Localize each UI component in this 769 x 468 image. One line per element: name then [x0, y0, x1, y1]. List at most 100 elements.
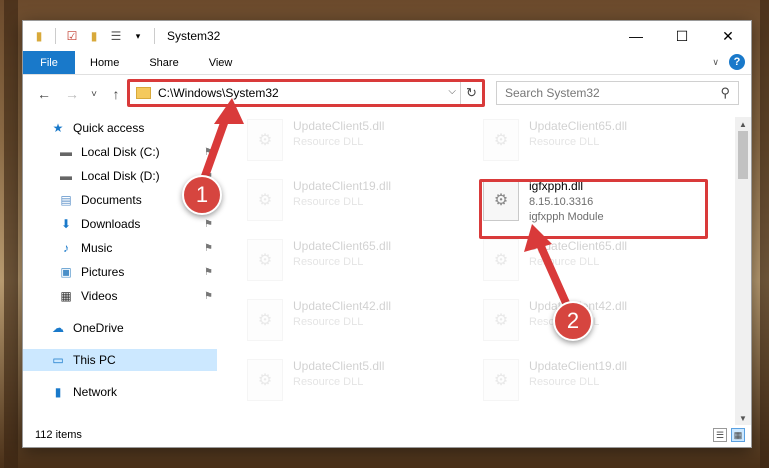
- sidebar-item-label: Quick access: [73, 121, 145, 135]
- pin-icon[interactable]: ⚑: [204, 243, 213, 254]
- dll-file-icon: ⚙: [247, 239, 283, 281]
- annotation-marker-1: 1: [182, 175, 222, 215]
- file-description: Resource DLL: [293, 376, 364, 388]
- dll-file-icon: ⚙: [247, 299, 283, 341]
- sidebar-item-pictures[interactable]: ▣ Pictures ⚑: [23, 261, 217, 283]
- help-button[interactable]: ?: [729, 54, 745, 70]
- file-description: Resource DLL: [529, 136, 600, 148]
- sidebar-item-label: Music: [81, 241, 113, 255]
- file-item[interactable]: ⚙ UpdateClient65.dll Resource DLL: [247, 239, 467, 285]
- search-icon[interactable]: ⚲: [720, 85, 730, 101]
- drive-icon: ▬: [60, 169, 72, 183]
- sidebar-item-label: Videos: [81, 289, 118, 303]
- drive-icon: ▬: [60, 145, 72, 159]
- file-item[interactable]: ⚙ UpdateClient5.dll Resource DLL: [247, 119, 467, 165]
- search-input[interactable]: Search System32: [505, 86, 600, 100]
- scroll-thumb[interactable]: [738, 131, 748, 179]
- tab-share[interactable]: Share: [134, 51, 193, 74]
- file-item[interactable]: ⚙ UpdateClient19.dll Resource DLL: [483, 359, 703, 405]
- search-box[interactable]: Search System32 ⚲: [496, 81, 739, 105]
- pin-icon[interactable]: ⚑: [204, 147, 213, 158]
- computer-icon: ▭: [52, 353, 64, 367]
- dll-file-icon: ⚙: [483, 239, 519, 281]
- sidebar-item-network[interactable]: ▮ Network: [23, 381, 217, 403]
- file-description: Resource DLL: [293, 196, 364, 208]
- file-name: UpdateClient19.dll: [293, 179, 392, 193]
- tab-view[interactable]: View: [194, 51, 248, 74]
- file-name: UpdateClient5.dll: [293, 119, 385, 133]
- sidebar-item-label: Network: [73, 385, 118, 399]
- customize-icon[interactable]: ☰: [108, 28, 124, 44]
- file-highlight-box: [479, 179, 708, 239]
- video-icon: ▦: [60, 289, 72, 303]
- dll-file-icon: ⚙: [247, 359, 283, 401]
- file-description: Resource DLL: [293, 136, 364, 148]
- sidebar-item-this-pc[interactable]: ▭ This PC: [23, 349, 217, 371]
- network-icon: ▮: [54, 385, 62, 399]
- window-title: System32: [167, 29, 221, 43]
- sidebar-item-quick-access[interactable]: ★ Quick access: [23, 117, 217, 139]
- folder-icon[interactable]: ▮: [31, 28, 47, 44]
- sidebar-item-label: Pictures: [81, 265, 125, 279]
- file-description: Resource DLL: [529, 256, 600, 268]
- file-item[interactable]: ⚙ UpdateClient5.dll Resource DLL: [247, 359, 467, 405]
- tiles-view-icon[interactable]: ▦: [731, 428, 745, 442]
- status-bar: 112 items ☰ ▦: [23, 423, 751, 447]
- file-description: Resource DLL: [293, 316, 364, 328]
- file-item[interactable]: ⚙ UpdateClient65.dll Resource DLL: [483, 119, 703, 165]
- file-name: UpdateClient65.dll: [293, 239, 392, 253]
- sidebar-item-label: Local Disk (D:): [81, 169, 160, 183]
- minimize-button[interactable]: —: [613, 21, 659, 51]
- pin-icon[interactable]: ⚑: [204, 219, 213, 230]
- background-tree: [760, 0, 769, 468]
- vertical-scrollbar[interactable]: ▲ ▼: [735, 117, 751, 425]
- forward-button[interactable]: →: [61, 86, 83, 102]
- file-name: UpdateClient65.dll: [529, 239, 628, 253]
- tab-file[interactable]: File: [23, 51, 75, 74]
- toolbar-divider: [154, 28, 155, 44]
- file-item[interactable]: ⚙UpdateClient42.dllResource DLL: [483, 299, 703, 345]
- file-name: UpdateClient5.dll: [293, 359, 385, 373]
- ribbon-tabs: File Home Share View ∨ ?: [23, 51, 751, 75]
- sidebar-item-label: This PC: [73, 353, 116, 367]
- annotation-marker-2: 2: [553, 301, 593, 341]
- sidebar-item-onedrive[interactable]: ☁ OneDrive: [23, 317, 217, 339]
- file-item[interactable]: ⚙ UpdateClient65.dll Resource DLL: [483, 239, 703, 285]
- view-toggle: ☰ ▦: [713, 428, 745, 442]
- scroll-up-icon[interactable]: ▲: [735, 117, 751, 131]
- tab-home[interactable]: Home: [75, 51, 134, 74]
- file-item[interactable]: ⚙UpdateClient42.dllResource DLL: [247, 299, 467, 345]
- chevron-down-icon[interactable]: ▾: [130, 28, 146, 44]
- sidebar-item-label: OneDrive: [73, 321, 124, 335]
- new-folder-icon[interactable]: ▮: [86, 28, 102, 44]
- expand-ribbon-icon[interactable]: ∨: [712, 57, 719, 68]
- details-view-icon[interactable]: ☰: [713, 428, 727, 442]
- close-button[interactable]: ✕: [705, 21, 751, 51]
- navigation-pane: ★ Quick access ▬ Local Disk (C:) ⚑ ▬ Local Dis…: [23, 117, 217, 423]
- pin-icon[interactable]: ⚑: [204, 267, 213, 278]
- title-bar: ▮ ☑ ▮ ☰ ▾ System32 — ☐ ✕: [23, 21, 751, 51]
- back-button[interactable]: ←: [33, 86, 55, 102]
- sidebar-item-music[interactable]: ♪ Music ⚑: [23, 237, 217, 259]
- cloud-icon: ☁: [52, 321, 64, 335]
- properties-icon[interactable]: ☑: [64, 28, 80, 44]
- background-tree: [4, 0, 18, 468]
- file-list: ⚙ UpdateClient5.dll Resource DLL ⚙ UpdateCli…: [233, 115, 733, 425]
- sidebar-item-downloads[interactable]: ⬇ Downloads ⚑: [23, 213, 217, 235]
- maximize-button[interactable]: ☐: [659, 21, 705, 51]
- up-button[interactable]: ↑: [105, 86, 127, 102]
- file-description: Resource DLL: [529, 376, 600, 388]
- sidebar-item-label: Local Disk (C:): [81, 145, 160, 159]
- navigation-bar: ← → ˅ ↑ C:\Windows\System32 ⌵ ↻ Search S…: [23, 79, 751, 109]
- file-item[interactable]: ⚙ UpdateClient19.dll Resource DLL: [247, 179, 467, 225]
- ribbon-right: ∨ ?: [712, 54, 745, 70]
- pin-icon[interactable]: ⚑: [204, 291, 213, 302]
- explorer-window: ▮ ☑ ▮ ☰ ▾ System32 — ☐ ✕ File Home Share…: [22, 20, 752, 448]
- dll-file-icon: ⚙: [247, 119, 283, 161]
- item-count: 112 items: [35, 429, 82, 441]
- dll-file-icon: ⚙: [483, 359, 519, 401]
- recent-locations-button[interactable]: ˅: [83, 89, 105, 100]
- sidebar-item-label: Downloads: [81, 217, 141, 231]
- sidebar-item-local-disk-c[interactable]: ▬ Local Disk (C:) ⚑: [23, 141, 217, 163]
- sidebar-item-videos[interactable]: ▦ Videos ⚑: [23, 285, 217, 307]
